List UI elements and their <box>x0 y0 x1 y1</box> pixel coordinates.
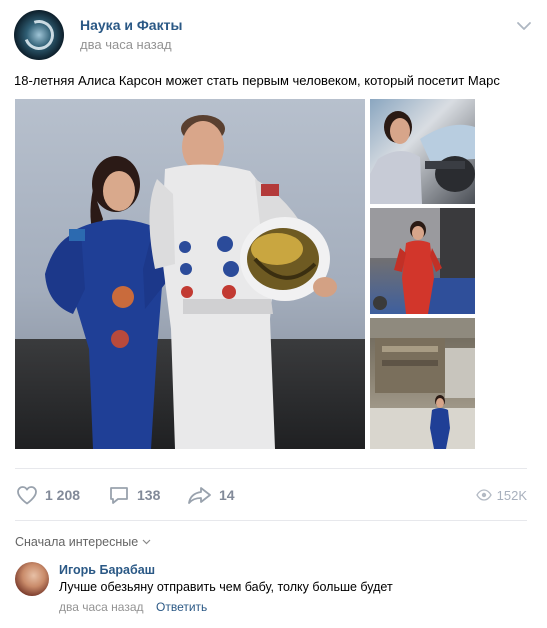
post-text: 18-летняя Алиса Карсон может стать первы… <box>14 73 500 88</box>
like-count: 1 208 <box>45 487 81 503</box>
group-name-link[interactable]: Наука и Факты <box>80 17 182 33</box>
post-photo-thumb-2[interactable] <box>370 208 475 314</box>
views-count: 152K <box>496 487 527 503</box>
views-counter: 152K <box>475 480 527 510</box>
post-timestamp[interactable]: два часа назад <box>80 37 172 52</box>
comments-sort-label: Сначала интересные <box>15 535 139 549</box>
post-photo-thumb-1[interactable] <box>370 99 475 204</box>
comment-author-name[interactable]: Игорь Барабаш <box>59 563 155 577</box>
comment-text: Лучше обезьяну отправить чем бабу, толку… <box>59 580 393 594</box>
chevron-down-icon <box>142 539 151 545</box>
red-suit-illustration <box>370 208 475 314</box>
share-count: 14 <box>219 487 235 503</box>
hangar-illustration <box>370 318 475 449</box>
share-icon <box>188 487 211 504</box>
planet-ring-graphic <box>19 15 59 55</box>
post-actions-bar: 1 208 138 14 152K <box>15 480 527 510</box>
heart-icon <box>17 486 37 505</box>
comment-button[interactable]: 138 <box>107 480 160 510</box>
divider-bottom <box>15 520 527 521</box>
divider-top <box>15 468 527 469</box>
share-button[interactable]: 14 <box>187 480 235 510</box>
comments-sort-dropdown[interactable]: Сначала интересные <box>15 535 151 549</box>
group-avatar[interactable] <box>14 10 64 60</box>
eye-icon <box>475 489 492 501</box>
post-header: Наука и Факты два часа назад <box>14 10 534 62</box>
post-photo-thumb-3[interactable] <box>370 318 475 449</box>
cockpit-illustration <box>370 111 475 204</box>
comment-count: 138 <box>137 487 161 503</box>
comment-author-avatar[interactable] <box>15 562 49 596</box>
comment-item: Игорь Барабаш Лучше обезьяну отправить ч… <box>15 562 527 622</box>
chevron-down-icon[interactable] <box>514 16 534 36</box>
comment-icon <box>110 487 128 504</box>
like-button[interactable]: 1 208 <box>15 480 80 510</box>
astronauts-illustration <box>45 115 337 449</box>
comment-timestamp[interactable]: два часа назад <box>59 600 144 614</box>
post-photo-main[interactable] <box>15 99 365 449</box>
reply-button[interactable]: Ответить <box>156 600 207 614</box>
